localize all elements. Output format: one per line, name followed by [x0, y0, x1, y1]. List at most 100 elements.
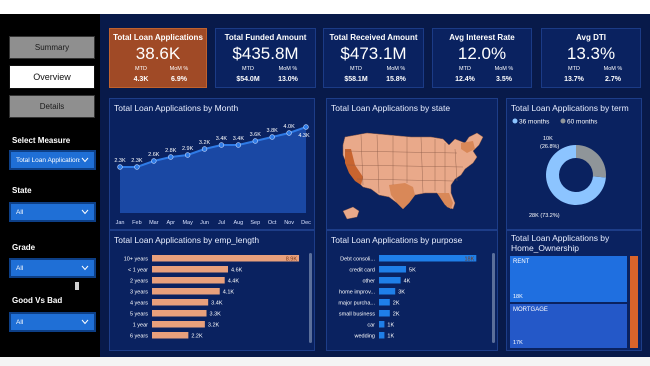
kpi-total-loan-applications[interactable]: Total Loan Applications 38.6K MTD MoM % …	[109, 28, 207, 88]
bar-category-label: major purcha...	[338, 301, 375, 307]
donut-label-60-pct: (26.8%)	[540, 144, 559, 150]
legend-swatch	[512, 118, 518, 124]
main-area: Total Loan Applications 38.6K MTD MoM % …	[100, 14, 650, 357]
kpi-mtd-label: MTD	[135, 66, 147, 72]
month-data-label: 2.8K	[165, 148, 177, 154]
treemap-cell-value: 18K	[513, 294, 523, 301]
scrollbar	[309, 253, 312, 343]
kpi-mtd-label: MTD	[459, 66, 471, 72]
month-tick-label: Jul	[218, 220, 225, 226]
kpi-mom-value: 15.8%	[386, 76, 406, 83]
bar-value-label: 4.4K	[228, 279, 240, 285]
bar	[379, 277, 401, 284]
nav-summary-button[interactable]: Summary	[9, 36, 95, 59]
term-donut-chart: 36 months 60 months 10K (26.8%) 28K (73.2%)	[512, 118, 606, 219]
bar	[379, 321, 385, 328]
good-vs-bad-dropdown[interactable]: All	[9, 312, 96, 332]
kpi-total-funded-amount[interactable]: Total Funded Amount $435.8M MTD MoM % $5…	[215, 28, 316, 88]
month-point	[168, 154, 174, 160]
kpi-title: Total Loan Applications	[113, 33, 203, 42]
month-area-chart: 2.3K Jan 2.3K Feb 2.6K Mar 2.8K Apr 2.9K May 3.2K J…	[114, 124, 311, 226]
good-vs-bad-value: All	[16, 318, 24, 326]
panel-by-home-ownership[interactable]: Total Loan Applications by Home_Ownershi…	[506, 230, 642, 351]
month-data-label: 4.0K	[283, 124, 295, 130]
nav-details-button[interactable]: Details	[9, 95, 95, 118]
treemap-cell-mortgage[interactable]: MORTGAGE 17K	[509, 303, 628, 349]
panel-by-emp-length[interactable]: Total Loan Applications by emp_length 10…	[109, 230, 315, 351]
legend-label: 36 months	[519, 119, 550, 126]
panel-by-state[interactable]: Total Loan Applications by state	[326, 98, 498, 230]
kpi-title: Avg Interest Rate	[449, 33, 515, 42]
panel-title: Total Loan Applications by purpose	[331, 235, 463, 245]
sidebar: Summary Overview Details Select Measure …	[0, 14, 100, 357]
kpi-value: 13.3%	[566, 44, 616, 63]
state-label: State	[12, 186, 32, 195]
month-data-label: 2.3K	[114, 158, 126, 164]
kpi-total-received-amount[interactable]: Total Received Amount $473.1M MTD MoM % …	[323, 28, 424, 88]
month-point	[235, 142, 242, 148]
select-measure-dropdown[interactable]: Total Loan Applications	[9, 150, 96, 170]
bar	[379, 299, 390, 306]
month-point	[269, 134, 275, 140]
chevron-down-icon	[80, 208, 89, 216]
bar	[379, 288, 396, 295]
bar-category-label: 4 years	[130, 301, 148, 307]
kpi-mom-value: 13.0%	[278, 76, 298, 83]
kpi-title: Total Funded Amount	[224, 33, 307, 42]
month-tick-label: Dec	[301, 220, 311, 226]
month-point	[201, 146, 208, 152]
treemap-cell-value: 17K	[513, 339, 523, 346]
state-dropdown[interactable]: All	[9, 202, 96, 222]
panel-by-purpose[interactable]: Total Loan Applications by purpose Debt …	[326, 230, 498, 351]
bar	[379, 310, 390, 317]
bar-category-label: 3 years	[130, 290, 148, 296]
bar-category-label: credit card	[349, 268, 375, 274]
bar	[152, 266, 228, 273]
month-data-label: 2.6K	[148, 152, 160, 158]
grade-dropdown[interactable]: All	[9, 258, 96, 278]
bar-category-label: 2 years	[130, 279, 148, 285]
kpi-avg-interest-rate[interactable]: Avg Interest Rate 12.0% MTD MoM % 12.4% …	[432, 28, 532, 88]
home-ownership-treemap: RENT 18K MORTGAGE 17K	[509, 255, 639, 349]
bar-value-label: 2.2K	[191, 334, 203, 340]
kpi-mom-value: 2.7%	[605, 76, 621, 83]
bar-category-label: 5 years	[130, 312, 148, 318]
bar-value-label: 3.4K	[211, 301, 223, 307]
bar-value-label: 3K	[398, 290, 405, 296]
kpi-mom-value: 3.5%	[496, 76, 512, 83]
treemap-cell-rent[interactable]: RENT 18K	[509, 255, 628, 304]
month-point	[117, 164, 123, 170]
kpi-mtd-label: MTD	[568, 66, 580, 72]
kpi-avg-dti[interactable]: Avg DTI 13.3% MTD MoM % 13.7% 2.7%	[541, 28, 641, 88]
select-measure-label: Select Measure	[12, 136, 71, 145]
kpi-mtd-value: $58.1M	[344, 76, 368, 83]
panel-title-line1: Total Loan Applications by	[511, 233, 610, 243]
panel-by-term[interactable]: Total Loan Applications by term 36 month…	[506, 98, 642, 230]
select-measure-value: Total Loan Applications	[16, 156, 80, 164]
grade-value: All	[16, 264, 24, 272]
nav-overview-button[interactable]: Overview	[9, 65, 95, 89]
month-tick-label: Sep	[250, 220, 260, 226]
bar	[152, 255, 300, 262]
panel-title: Total Loan Applications by term	[511, 103, 629, 113]
good-vs-bad-label: Good Vs Bad	[12, 296, 63, 305]
month-point	[252, 138, 258, 144]
bar-value-label: 3.3K	[210, 312, 222, 318]
kpi-value: 12.0%	[457, 44, 507, 63]
treemap-cell-own[interactable]	[629, 255, 639, 349]
bar	[152, 332, 189, 339]
donut-label-60: 10K	[543, 136, 553, 142]
bar-value-label: 5K	[409, 268, 416, 274]
bar-value-label: 1K	[387, 334, 394, 340]
kpi-value: 38.6K	[135, 44, 181, 63]
month-tick-label: Jan	[116, 220, 125, 226]
bar-value-label: 18K	[465, 257, 475, 263]
texas-shape	[389, 183, 415, 209]
month-tick-label: Aug	[233, 220, 243, 226]
bar-value-label: 8.9K	[286, 257, 298, 263]
kpi-mtd-value: $54.0M	[236, 76, 260, 83]
bar-category-label: 6 years	[130, 334, 148, 340]
panel-by-month[interactable]: Total Loan Applications by Month 2.3K Jan…	[109, 98, 315, 230]
bar-value-label: 4K	[404, 279, 411, 285]
bar-value-label: 2K	[393, 312, 400, 318]
